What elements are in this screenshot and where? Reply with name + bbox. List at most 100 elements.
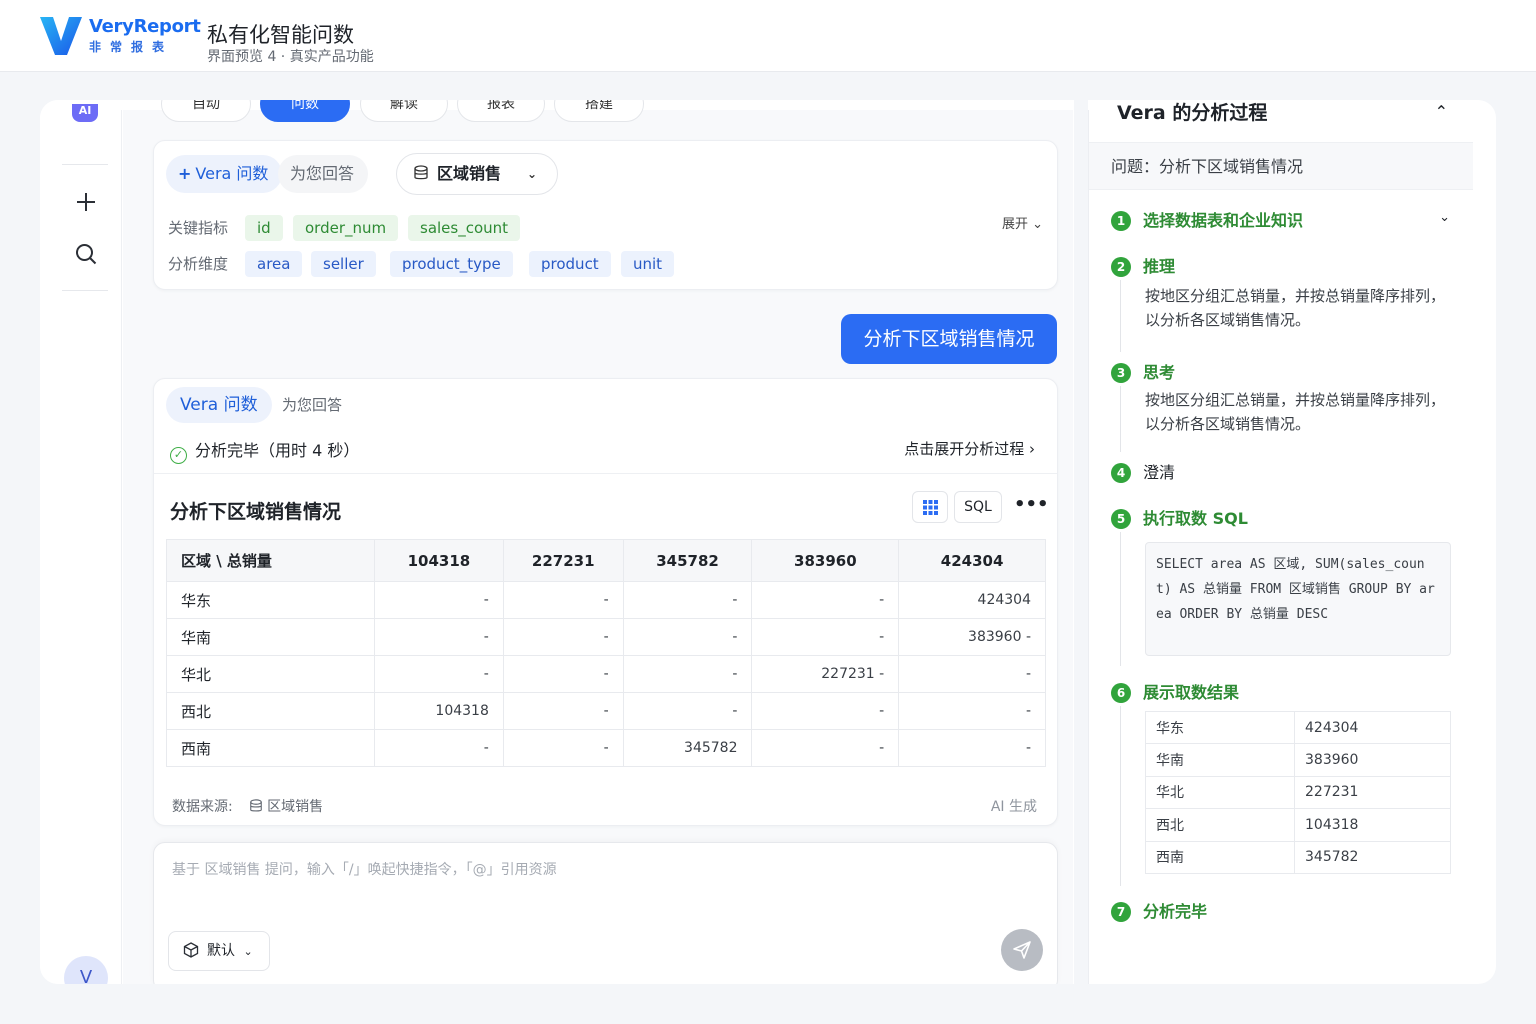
tab-build[interactable]: 搭建 xyxy=(554,100,644,122)
ai-badge[interactable]: AI xyxy=(72,104,98,122)
database-icon xyxy=(250,799,262,812)
step-label: 执行取数 SQL xyxy=(1143,509,1248,528)
brand-name: VeryReport xyxy=(89,16,201,37)
step-number: 6 xyxy=(1111,683,1131,703)
vera-pill[interactable]: + Vera 问数 xyxy=(166,155,283,193)
metric-tag[interactable]: order_num xyxy=(293,215,399,241)
tab-auto[interactable]: 自动 xyxy=(161,100,251,122)
user-avatar[interactable]: V xyxy=(64,956,108,984)
expand-label: 展开 xyxy=(1001,217,1028,232)
brand-subname: 非常报表 xyxy=(89,40,174,54)
table-cell: 华南 xyxy=(1145,743,1295,777)
expand-toggle[interactable]: 展开 ⌄ xyxy=(1002,213,1043,232)
table-cell: - xyxy=(622,655,753,693)
table-row: 华北 227231 xyxy=(1145,775,1451,810)
row-header: 西北 xyxy=(166,692,375,730)
step-description: 按地区分组汇总销量，并按总销量降序排列，以分析各区域销售情况。 xyxy=(1145,287,1446,329)
top-header: VeryReport 非常报表 私有化智能问数 界面预览 4 · 真实产品功能 xyxy=(0,0,1536,72)
source-label: 数据来源: xyxy=(172,799,233,815)
source-name[interactable]: 区域销售 xyxy=(267,799,323,815)
mode-select[interactable]: 默认 ⌄ xyxy=(168,931,270,971)
table-cell: 西南 xyxy=(1145,840,1295,874)
row-header: 华东 xyxy=(166,581,375,619)
expand-process-link[interactable]: 点击展开分析过程 › xyxy=(904,438,1035,459)
step-description: 按地区分组汇总销量，并按总销量降序排列，以分析各区域销售情况。 xyxy=(1145,391,1446,433)
grid-icon xyxy=(923,500,938,515)
user-question-bubble: 分析下区域销售情况 xyxy=(841,314,1057,364)
data-source-line: 数据来源: 区域销售 xyxy=(172,796,323,816)
step-connector xyxy=(1120,706,1121,886)
table-cell: 383960 - xyxy=(898,618,1046,656)
table-cell: - xyxy=(898,655,1046,693)
table-cell: - xyxy=(374,655,504,693)
page-title: 私有化智能问数 xyxy=(207,23,354,47)
vera-pill: Vera 问数 xyxy=(166,387,272,423)
divider xyxy=(154,473,1057,474)
dimension-tag[interactable]: unit xyxy=(621,251,675,277)
chevron-up-icon[interactable]: ⌃ xyxy=(1435,102,1448,121)
sql-button[interactable]: SQL xyxy=(954,491,1002,523)
result-title: 分析下区域销售情况 xyxy=(170,501,342,523)
app-frame: AI V 自动 问数 解读 报表 搭建 + Vera 问数 为您回答 区域销售 ⌄… xyxy=(40,100,1496,984)
send-plane-icon xyxy=(1013,941,1031,959)
step-number: 1 xyxy=(1111,211,1131,231)
table-row: 西南 345782 xyxy=(1145,840,1451,874)
step-item[interactable]: 1 选择数据表和企业知识 xyxy=(1111,207,1303,231)
table-cell: 华东 xyxy=(1145,710,1295,745)
tab-ask-data[interactable]: 问数 xyxy=(260,100,350,122)
rail-divider xyxy=(62,164,108,165)
table-row: 华北 - - - 227231 - - xyxy=(166,655,1046,693)
table-cell: - xyxy=(898,729,1046,767)
chevron-down-icon[interactable]: ⌄ xyxy=(1439,210,1450,225)
dimension-tag[interactable]: seller xyxy=(311,251,376,277)
column-header: 227231 xyxy=(502,539,624,582)
panel-gutter xyxy=(1074,100,1088,984)
table-cell: 华北 xyxy=(1145,775,1295,810)
tab-report[interactable]: 报表 xyxy=(457,100,545,122)
status-line: ✓ 分析完毕（用时 4 秒） xyxy=(170,437,359,464)
metric-tag[interactable]: id xyxy=(245,215,283,241)
metric-tag[interactable]: sales_count xyxy=(408,215,521,241)
analysis-process-panel: Vera 的分析过程 ⌃ 问题：分析下区域销售情况 1 选择数据表和企业知识 ⌄ … xyxy=(1088,102,1473,984)
database-icon xyxy=(414,165,428,180)
expand-process-label: 点击展开分析过程 xyxy=(904,440,1025,458)
table-view-button[interactable] xyxy=(912,491,948,523)
dimension-tag[interactable]: area xyxy=(245,251,303,277)
table-cell: 104318 xyxy=(1294,808,1451,842)
step-number: 3 xyxy=(1111,363,1131,383)
table-cell: - xyxy=(374,729,504,767)
datasource-select[interactable]: 区域销售 ⌄ xyxy=(396,153,558,195)
send-button[interactable] xyxy=(1001,929,1043,971)
dimensions-label: 分析维度 xyxy=(168,255,229,273)
rail-divider xyxy=(62,290,108,291)
step-number: 5 xyxy=(1111,509,1131,529)
question-input[interactable] xyxy=(172,859,1032,899)
table-row: 华东 424304 xyxy=(1145,710,1451,745)
answer-card: Vera 问数 为您回答 ✓ 分析完毕（用时 4 秒） 点击展开分析过程 › 分析… xyxy=(153,378,1058,826)
sql-code-block: SELECT area AS 区域, SUM(sales_count) AS 总… xyxy=(1145,542,1451,656)
table-cell: - xyxy=(622,692,753,730)
tab-interpret[interactable]: 解读 xyxy=(360,100,448,122)
table-cell: - xyxy=(751,581,900,619)
step-item: 3 思考 xyxy=(1111,359,1175,383)
more-options-icon[interactable]: ••• xyxy=(1014,491,1049,523)
table-cell: - xyxy=(898,692,1046,730)
chevron-down-icon: ⌄ xyxy=(1032,217,1043,232)
question-input-card: 默认 ⌄ xyxy=(153,842,1058,984)
column-header: 424304 xyxy=(898,539,1046,582)
table-cell: - xyxy=(374,581,504,619)
dimension-tag[interactable]: product xyxy=(529,251,611,277)
column-header: 383960 xyxy=(751,539,900,582)
chevron-down-icon: ⌄ xyxy=(526,167,537,181)
frame-gutter xyxy=(40,100,62,984)
new-chat-plus-icon[interactable] xyxy=(72,190,100,218)
step-connector xyxy=(1120,532,1121,666)
plus-icon: + xyxy=(178,164,192,183)
ai-generated-label: AI 生成 xyxy=(990,799,1037,815)
answer-pill: 为您回答 xyxy=(278,155,369,193)
step-item: 6 展示取数结果 xyxy=(1111,679,1239,703)
search-icon[interactable] xyxy=(72,242,100,270)
table-row: 华南 - - - - 383960 - xyxy=(166,618,1046,656)
brand-logo-icon xyxy=(40,17,82,55)
dimension-tag[interactable]: product_type xyxy=(390,251,513,277)
